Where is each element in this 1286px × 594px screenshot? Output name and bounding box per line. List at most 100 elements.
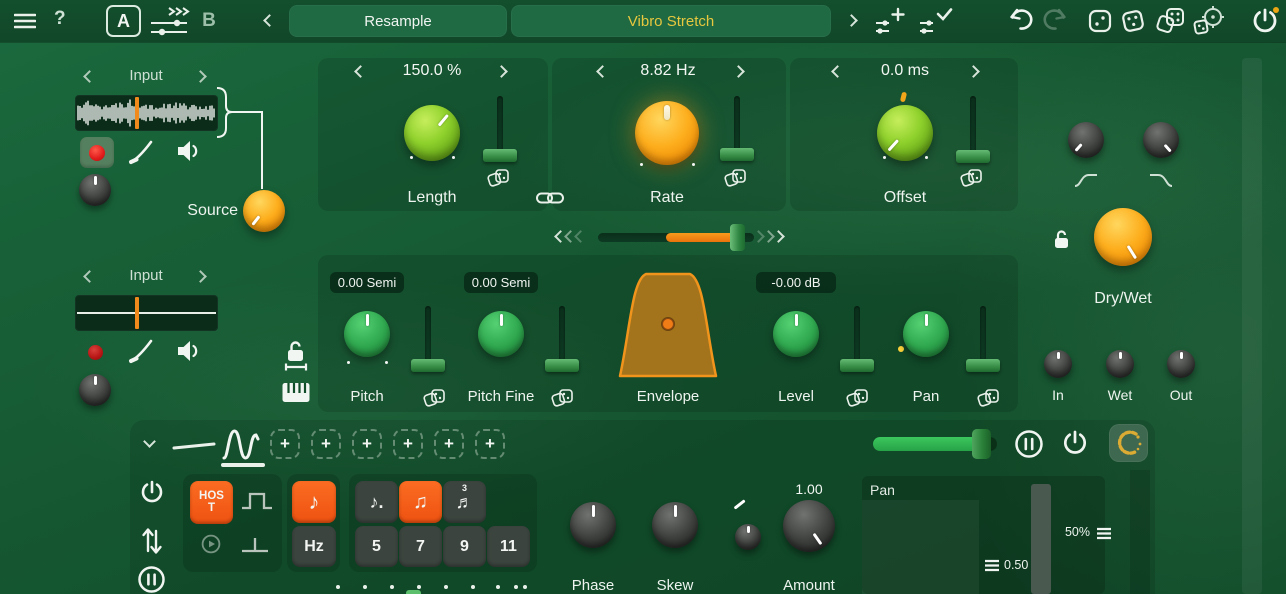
input2-speaker-icon[interactable] <box>176 338 204 364</box>
offset-knob[interactable] <box>877 105 933 161</box>
mod-pause-icon[interactable] <box>1014 429 1044 459</box>
trigger-play-icon[interactable] <box>201 534 221 554</box>
offset-mod-handle[interactable] <box>956 150 990 163</box>
pan-random-dice-icon[interactable] <box>977 386 1001 408</box>
input2-gain-knob[interactable] <box>79 374 111 406</box>
dice-target-icon[interactable] <box>1192 5 1228 35</box>
input2-waveform-display[interactable] <box>75 295 218 331</box>
mod-power-icon[interactable] <box>1060 428 1090 458</box>
input1-record-button[interactable] <box>80 137 114 168</box>
division-5-button[interactable]: 5 <box>355 526 398 567</box>
beamed-note-button[interactable]: ♫ <box>399 481 442 523</box>
triplet-note-button[interactable]: 3 ♬ <box>443 481 486 523</box>
fade-out-knob[interactable] <box>1143 122 1179 158</box>
value-menu-icon[interactable] <box>984 559 1000 572</box>
redo-icon[interactable] <box>1040 7 1068 33</box>
add-modulator-button[interactable]: + <box>475 429 505 459</box>
input1-speaker-icon[interactable] <box>176 138 204 164</box>
particle-fx-button[interactable] <box>1109 424 1148 462</box>
add-modulator-button[interactable]: + <box>434 429 464 459</box>
power-icon[interactable] <box>1250 6 1280 36</box>
mod-scroll-strip[interactable] <box>1130 470 1150 594</box>
amount-knob[interactable] <box>783 500 835 552</box>
variant-a-button[interactable]: A <box>106 5 141 37</box>
lfo-pause-icon[interactable] <box>137 565 166 594</box>
preset-save-icon[interactable] <box>918 7 954 35</box>
step-dot[interactable] <box>390 585 394 589</box>
input1-next-icon[interactable] <box>194 70 207 83</box>
rate-mod-handle[interactable] <box>720 148 754 161</box>
step-dot[interactable] <box>514 585 518 589</box>
randomize-lock-icon[interactable] <box>1088 9 1112 33</box>
host-sync-button[interactable]: HOST <box>190 481 233 524</box>
mod-depth-handle[interactable] <box>972 429 991 459</box>
menu-icon[interactable] <box>14 13 36 29</box>
rate-knob[interactable] <box>635 101 699 165</box>
step-dot[interactable] <box>363 585 367 589</box>
division-11-button[interactable]: 11 <box>487 526 530 567</box>
input2-record-button[interactable] <box>88 345 103 360</box>
mod-range-left-icon[interactable] <box>574 230 587 243</box>
help-button[interactable]: ? <box>54 8 66 30</box>
add-modulator-button[interactable]: + <box>352 429 382 459</box>
step-dot[interactable] <box>336 585 340 589</box>
division-9-button[interactable]: 9 <box>443 526 486 567</box>
level-mod-slider[interactable] <box>854 306 860 364</box>
division-7-button[interactable]: 7 <box>399 526 442 567</box>
length-value[interactable]: 150.0 % <box>372 62 492 80</box>
length-lock-icon[interactable] <box>282 339 310 371</box>
wet-gain-knob[interactable] <box>1106 350 1134 378</box>
pan-mod-handle[interactable] <box>966 359 1000 372</box>
step-dot-handle[interactable] <box>406 590 421 594</box>
variant-b-button[interactable]: B <box>197 8 221 34</box>
dice-pair-icon[interactable] <box>1155 5 1187 35</box>
input1-prev-icon[interactable] <box>83 70 96 83</box>
depth-menu-icon[interactable] <box>1096 527 1112 540</box>
level-mod-handle[interactable] <box>840 359 874 372</box>
fade-in-knob[interactable] <box>1068 122 1104 158</box>
pitch-mod-slider[interactable] <box>425 306 431 364</box>
retrigger-pulse-icon[interactable] <box>240 489 274 513</box>
rate-value[interactable]: 8.82 Hz <box>608 62 728 80</box>
lfo-power-icon[interactable] <box>138 479 166 507</box>
input2-prev-icon[interactable] <box>83 270 96 283</box>
preset-add-icon[interactable] <box>874 7 908 35</box>
step-dot[interactable] <box>496 585 500 589</box>
add-modulator-button[interactable]: + <box>393 429 423 459</box>
step-dot[interactable] <box>523 585 527 589</box>
input1-gain-knob[interactable] <box>79 174 111 206</box>
input1-waveform-display[interactable] <box>75 95 218 131</box>
mod-tab-wave-icon[interactable] <box>221 426 265 462</box>
skew-knob[interactable] <box>652 502 698 548</box>
add-modulator-button[interactable]: + <box>270 429 300 459</box>
pitch-fine-knob[interactable] <box>478 311 524 357</box>
amount-mod-knob[interactable] <box>735 524 761 550</box>
pitch-fine-random-dice-icon[interactable] <box>551 386 575 408</box>
pan-mod-slider[interactable] <box>980 306 986 364</box>
link-length-rate-icon[interactable] <box>536 190 564 206</box>
envelope-display[interactable] <box>616 266 720 380</box>
note-sync-button[interactable]: ♪ <box>292 481 336 523</box>
in-gain-knob[interactable] <box>1044 350 1072 378</box>
oneshot-pulse-icon[interactable] <box>240 533 270 555</box>
keyboard-icon[interactable] <box>281 381 311 405</box>
step-dot[interactable] <box>444 585 448 589</box>
lfo-direction-icon[interactable] <box>140 524 164 556</box>
length-random-dice-icon[interactable] <box>487 166 511 188</box>
mod-tab-flat-icon[interactable] <box>172 438 218 452</box>
mod-range-handle[interactable] <box>730 224 745 251</box>
drywet-knob[interactable] <box>1094 208 1152 266</box>
level-knob[interactable] <box>773 311 819 357</box>
source-knob[interactable] <box>243 190 285 232</box>
morph-ab-icon[interactable] <box>148 4 190 38</box>
offset-value[interactable]: 0.0 ms <box>845 62 965 80</box>
mod-target-bar[interactable] <box>1031 484 1051 594</box>
phase-knob[interactable] <box>570 502 616 548</box>
right-side-strip[interactable] <box>1242 58 1262 594</box>
pitch-knob[interactable] <box>344 311 390 357</box>
step-dot[interactable] <box>471 585 475 589</box>
level-random-dice-icon[interactable] <box>846 386 870 408</box>
input2-edit-icon[interactable] <box>128 338 154 364</box>
dotted-note-button[interactable]: ♪. <box>355 481 398 523</box>
out-gain-knob[interactable] <box>1167 350 1195 378</box>
